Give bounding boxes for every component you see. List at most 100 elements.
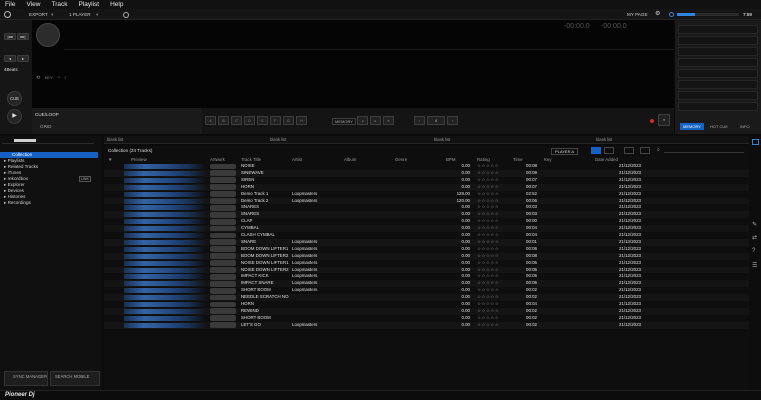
art-view-button[interactable] <box>624 147 634 154</box>
gear-icon[interactable]: ⚙ <box>655 10 660 17</box>
tab-info[interactable]: INFO <box>737 123 753 130</box>
preview-waveform[interactable] <box>124 260 206 266</box>
player-select[interactable]: PLAYER A <box>551 148 579 155</box>
key-icon[interactable]: KEY <box>45 75 53 80</box>
sampler-slot[interactable] <box>678 58 758 67</box>
table-row[interactable]: SIREN 0.00 00:07 21/12/2023 ☆☆☆☆☆ <box>104 176 749 184</box>
rating-stars-icon[interactable]: ☆☆☆☆☆ <box>477 315 499 322</box>
table-row[interactable]: SHORT BOOM Loopmasters 0.00 00:02 21/12/2023… <box>104 287 749 295</box>
preview-waveform[interactable] <box>124 164 206 169</box>
table-row[interactable]: CLAP 0.00 00:00 21/12/2023 ☆☆☆☆☆ <box>104 218 749 226</box>
hotcue-pad-f[interactable]: F <box>270 116 281 125</box>
panel-layout-icon[interactable] <box>752 139 759 145</box>
table-row[interactable]: SINEWAVE 0.00 00:09 21/12/2023 ☆☆☆☆☆ <box>104 169 749 177</box>
hotcue-pad-d[interactable]: D <box>244 116 255 125</box>
tag-icon[interactable]: ✎ <box>752 221 757 228</box>
rating-stars-icon[interactable]: ☆☆☆☆☆ <box>477 198 499 205</box>
tree-layout-slider[interactable] <box>14 139 36 142</box>
search-input[interactable] <box>664 148 744 153</box>
volume-slider[interactable] <box>677 13 739 16</box>
preview-waveform[interactable] <box>124 315 206 321</box>
preview-waveform[interactable] <box>124 198 206 204</box>
rekordbox-logo-icon[interactable] <box>4 11 11 18</box>
column-genre[interactable]: Genre <box>395 157 407 162</box>
sampler-slot[interactable] <box>678 25 758 34</box>
column-track-title[interactable]: Track Title <box>241 157 261 162</box>
table-row[interactable]: NOISE DOWN LIFTER2 Loopmasters 0.00 00:05 21… <box>104 266 749 274</box>
hotcue-pad-e[interactable]: E <box>257 116 268 125</box>
rating-stars-icon[interactable]: ☆☆☆☆☆ <box>477 273 499 280</box>
table-row[interactable]: Demo Track 2 Loopmasters 120.00 00:06 21/12/… <box>104 197 749 205</box>
table-row[interactable]: CYMBAL 0.00 00:04 21/12/2023 ☆☆☆☆☆ <box>104 225 749 232</box>
rating-stars-icon[interactable]: ☆☆☆☆☆ <box>477 177 499 184</box>
menu-view[interactable]: View <box>26 1 40 8</box>
cue-loop-tab[interactable]: CUE/LOOP <box>35 112 59 117</box>
prev-track-button[interactable]: |◂◂ <box>4 33 16 40</box>
preview-waveform[interactable] <box>124 322 206 328</box>
rating-stars-icon[interactable]: ☆☆☆☆☆ <box>477 260 499 267</box>
preview-waveform[interactable] <box>124 226 206 232</box>
sync-manager-button[interactable]: SYNC MANAGER <box>4 371 48 386</box>
panel-label-1[interactable]: blank list <box>107 137 123 142</box>
preview-waveform[interactable] <box>124 177 206 183</box>
beat-jump-value[interactable]: 4Beats <box>4 67 18 72</box>
mode-select[interactable]: EXPORT <box>29 12 48 17</box>
sampler-slot[interactable] <box>678 91 758 100</box>
grid-tab[interactable]: GRID <box>40 124 51 129</box>
column-key[interactable]: Key <box>544 157 552 162</box>
loop-icon[interactable]: ◔ <box>57 75 60 81</box>
rating-stars-icon[interactable]: ☆☆☆☆☆ <box>477 308 499 315</box>
rating-stars-icon[interactable]: ☆☆☆☆☆ <box>477 218 499 225</box>
tab-memory[interactable]: MEMORY <box>680 123 704 130</box>
table-row[interactable]: HORN 0.00 00:04 21/12/2023 ☆☆☆☆☆ <box>104 301 749 308</box>
rating-stars-icon[interactable]: ☆☆☆☆☆ <box>477 287 499 294</box>
preview-waveform[interactable] <box>124 212 206 218</box>
preview-waveform[interactable] <box>124 246 206 252</box>
memory-next-button[interactable]: ▸ <box>370 116 381 125</box>
list-view-button[interactable] <box>591 147 601 154</box>
mix-icon[interactable]: ⇄ <box>752 234 757 241</box>
preview-waveform[interactable] <box>124 288 206 294</box>
panel-label-3[interactable]: blank list <box>434 137 450 142</box>
column-date-added[interactable]: Date Added <box>595 157 618 162</box>
table-row[interactable]: SNARE Loopmasters 0.00 00:01 21/12/2023 ☆☆☆☆☆ <box>104 238 749 246</box>
waveform-view-button[interactable] <box>604 147 614 154</box>
sampler-slot[interactable] <box>678 102 758 111</box>
column-album[interactable]: Album <box>344 157 356 162</box>
rating-stars-icon[interactable]: ☆☆☆☆☆ <box>477 322 499 329</box>
filter-view-button[interactable] <box>640 147 650 154</box>
menu-icon[interactable]: ≡ <box>658 114 670 126</box>
memory-prev-button[interactable]: ◂ <box>357 116 368 125</box>
preview-waveform[interactable] <box>124 281 206 287</box>
preview-waveform[interactable] <box>124 274 206 280</box>
rating-stars-icon[interactable]: ☆☆☆☆☆ <box>477 280 499 287</box>
preview-waveform[interactable] <box>124 239 206 245</box>
rating-stars-icon[interactable]: ☆☆☆☆☆ <box>477 232 499 239</box>
table-row[interactable]: CLASH CYMBAL 0.00 00:04 21/12/2023 ☆☆☆☆☆ <box>104 232 749 239</box>
sampler-slot[interactable] <box>678 80 758 89</box>
preview-waveform[interactable] <box>124 205 206 211</box>
panel-label-4[interactable]: blank list <box>596 137 612 142</box>
rating-stars-icon[interactable]: ☆☆☆☆☆ <box>477 246 499 253</box>
column-preview[interactable]: Preview <box>131 157 147 162</box>
hotcue-pad-h[interactable]: H <box>296 116 307 125</box>
column-bpm[interactable]: BPM <box>446 157 456 162</box>
menu-help[interactable]: Help <box>110 1 123 8</box>
rating-stars-icon[interactable]: ☆☆☆☆☆ <box>477 301 499 308</box>
menu-file[interactable]: File <box>5 1 15 8</box>
mode-chevron-icon[interactable]: ▾ <box>51 12 53 18</box>
panel-label-2[interactable]: blank list <box>270 137 286 142</box>
play-button[interactable]: ▶ <box>7 109 22 124</box>
table-row[interactable]: BOOM DOWN LIFTER1 Loopmasters 0.00 00:06 21/… <box>104 245 749 253</box>
link-badge[interactable]: LINK <box>79 176 91 182</box>
column-artist[interactable]: Artist <box>292 157 302 162</box>
hotcue-pad-a[interactable]: A <box>205 116 216 125</box>
table-row[interactable]: LET'S GO Loopmasters 0.00 00:02 21/12/2023 ☆☆… <box>104 321 749 329</box>
rating-stars-icon[interactable]: ☆☆☆☆☆ <box>477 253 499 260</box>
player-chevron-icon[interactable]: ▾ <box>96 12 98 18</box>
memory-button[interactable]: MEMORY <box>332 118 356 125</box>
target-icon[interactable] <box>123 12 129 18</box>
table-row[interactable]: SNARES 0.00 00:03 21/12/2023 ☆☆☆☆☆ <box>104 204 749 212</box>
preview-waveform[interactable] <box>124 267 206 273</box>
rating-stars-icon[interactable]: ☆☆☆☆☆ <box>477 239 499 246</box>
